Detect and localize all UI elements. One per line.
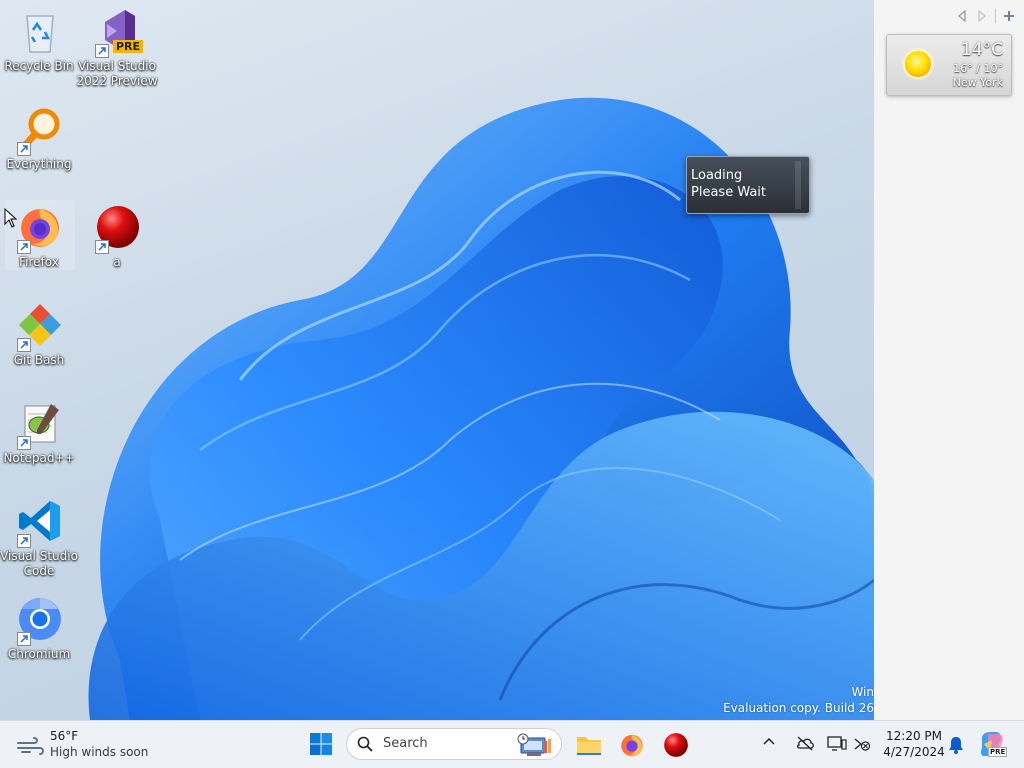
shortcut-arrow-icon xyxy=(17,142,31,156)
desktop-icon-label: Git Bash xyxy=(13,353,65,367)
search-input[interactable] xyxy=(381,735,505,752)
everything-search-icon xyxy=(17,106,63,156)
shortcut-arrow-icon xyxy=(17,240,31,254)
sun-icon xyxy=(902,48,934,80)
desktop-icon-visual-studio-preview[interactable]: PRE Visual Studio 2022 Preview xyxy=(76,4,158,92)
desktop-icon-notepad-plus-plus[interactable]: Notepad++ xyxy=(3,396,75,484)
taskbar-search-box[interactable] xyxy=(346,728,562,760)
firefox-icon xyxy=(17,204,63,254)
clock-date: 4/27/2024 xyxy=(883,745,945,759)
start-button[interactable] xyxy=(306,729,336,759)
loading-popup: Loading Please Wait xyxy=(686,156,810,214)
mouse-cursor-icon xyxy=(4,208,18,228)
red-ball-icon xyxy=(664,733,688,757)
desktop-icon-label: Visual Studio Code xyxy=(0,549,78,578)
visual-studio-icon: PRE xyxy=(95,8,144,58)
shortcut-arrow-icon xyxy=(17,534,31,548)
chevron-up-icon[interactable] xyxy=(762,735,776,749)
clock-time: 12:20 PM xyxy=(886,729,942,743)
desktop-icon-recycle-bin[interactable]: Recycle Bin xyxy=(3,4,75,92)
desktop-icon-git-bash[interactable]: Git Bash xyxy=(3,298,75,386)
sidebar-controls xyxy=(955,8,1016,24)
taskbar-forecast: High winds soon xyxy=(50,745,149,759)
vscode-icon xyxy=(17,498,63,548)
shortcut-arrow-icon xyxy=(17,436,31,450)
desktop-icon-label: Visual Studio 2022 Preview xyxy=(76,59,158,88)
gadget-temperature: 14°C xyxy=(960,40,1003,60)
loading-text: Loading xyxy=(691,168,743,183)
search-icon xyxy=(357,736,373,752)
shortcut-arrow-icon xyxy=(17,338,31,352)
please-wait-text: Please Wait xyxy=(691,185,767,200)
desktop-icon-a[interactable]: a xyxy=(81,200,153,288)
gadget-temperature-range: 16° / 10° xyxy=(953,62,1003,75)
red-ball-icon xyxy=(95,204,141,254)
wallpaper-bloom xyxy=(88,97,874,720)
desktop-icon-vscode[interactable]: Visual Studio Code xyxy=(0,494,78,582)
desktop-icon-label: a xyxy=(113,255,121,269)
notepad-plus-plus-icon xyxy=(17,400,63,450)
desktop[interactable]: Recycle Bin PRE Visual Studio 2022 Previe… xyxy=(0,0,874,720)
divider xyxy=(995,9,996,23)
shortcut-arrow-icon xyxy=(95,44,109,58)
taskbar-temperature: 56°F xyxy=(50,729,79,743)
desktop-icon-label: Firefox xyxy=(19,255,59,269)
shortcut-arrow-icon xyxy=(17,632,31,646)
next-page-icon[interactable] xyxy=(975,9,989,23)
wind-icon xyxy=(17,737,44,755)
firefox-icon xyxy=(621,734,643,757)
taskbar-firefox[interactable] xyxy=(615,728,649,762)
desktop-icon-label: Notepad++ xyxy=(3,451,75,465)
desktop-icon-chromium[interactable]: Chromium xyxy=(3,592,75,680)
previous-page-icon[interactable] xyxy=(955,9,969,23)
gadget-sidebar xyxy=(874,0,1024,720)
copilot-button[interactable]: PRE xyxy=(978,730,1008,761)
bell-icon[interactable] xyxy=(948,736,964,754)
desktop-icon-everything[interactable]: Everything xyxy=(3,102,75,190)
display-icon[interactable] xyxy=(827,735,847,751)
desktop-icon-label: Chromium xyxy=(7,647,71,661)
gadget-city: New York xyxy=(952,76,1003,89)
taskbar: 56°F High winds soon Search 12:20 PM 4/2… xyxy=(0,720,1024,768)
onedrive-offline-icon[interactable] xyxy=(795,735,815,751)
taskbar-red-ball-app[interactable] xyxy=(659,728,693,762)
search-highlight-icon xyxy=(517,733,551,756)
add-gadget-icon[interactable] xyxy=(1002,9,1016,23)
desktop-icon-label: Recycle Bin xyxy=(4,59,74,73)
evaluation-watermark: Win Evaluation copy. Build 26 xyxy=(723,685,874,715)
preview-badge: PRE xyxy=(113,40,144,53)
file-explorer-icon xyxy=(577,737,601,755)
shortcut-arrow-icon xyxy=(95,240,109,254)
network-disconnected-icon[interactable] xyxy=(853,735,871,751)
weather-gadget[interactable]: 14°C 16° / 10° New York xyxy=(886,34,1012,96)
desktop-icon-label: Everything xyxy=(6,157,72,171)
windows-logo-icon xyxy=(310,733,332,755)
chromium-icon xyxy=(17,596,63,646)
copilot-preview-badge: PRE xyxy=(988,747,1008,757)
git-bash-icon xyxy=(17,302,63,352)
taskbar-clock[interactable]: 12:20 PM 4/27/2024 xyxy=(880,728,948,760)
recycle-bin-icon xyxy=(17,8,63,54)
taskbar-file-explorer[interactable] xyxy=(572,728,606,762)
